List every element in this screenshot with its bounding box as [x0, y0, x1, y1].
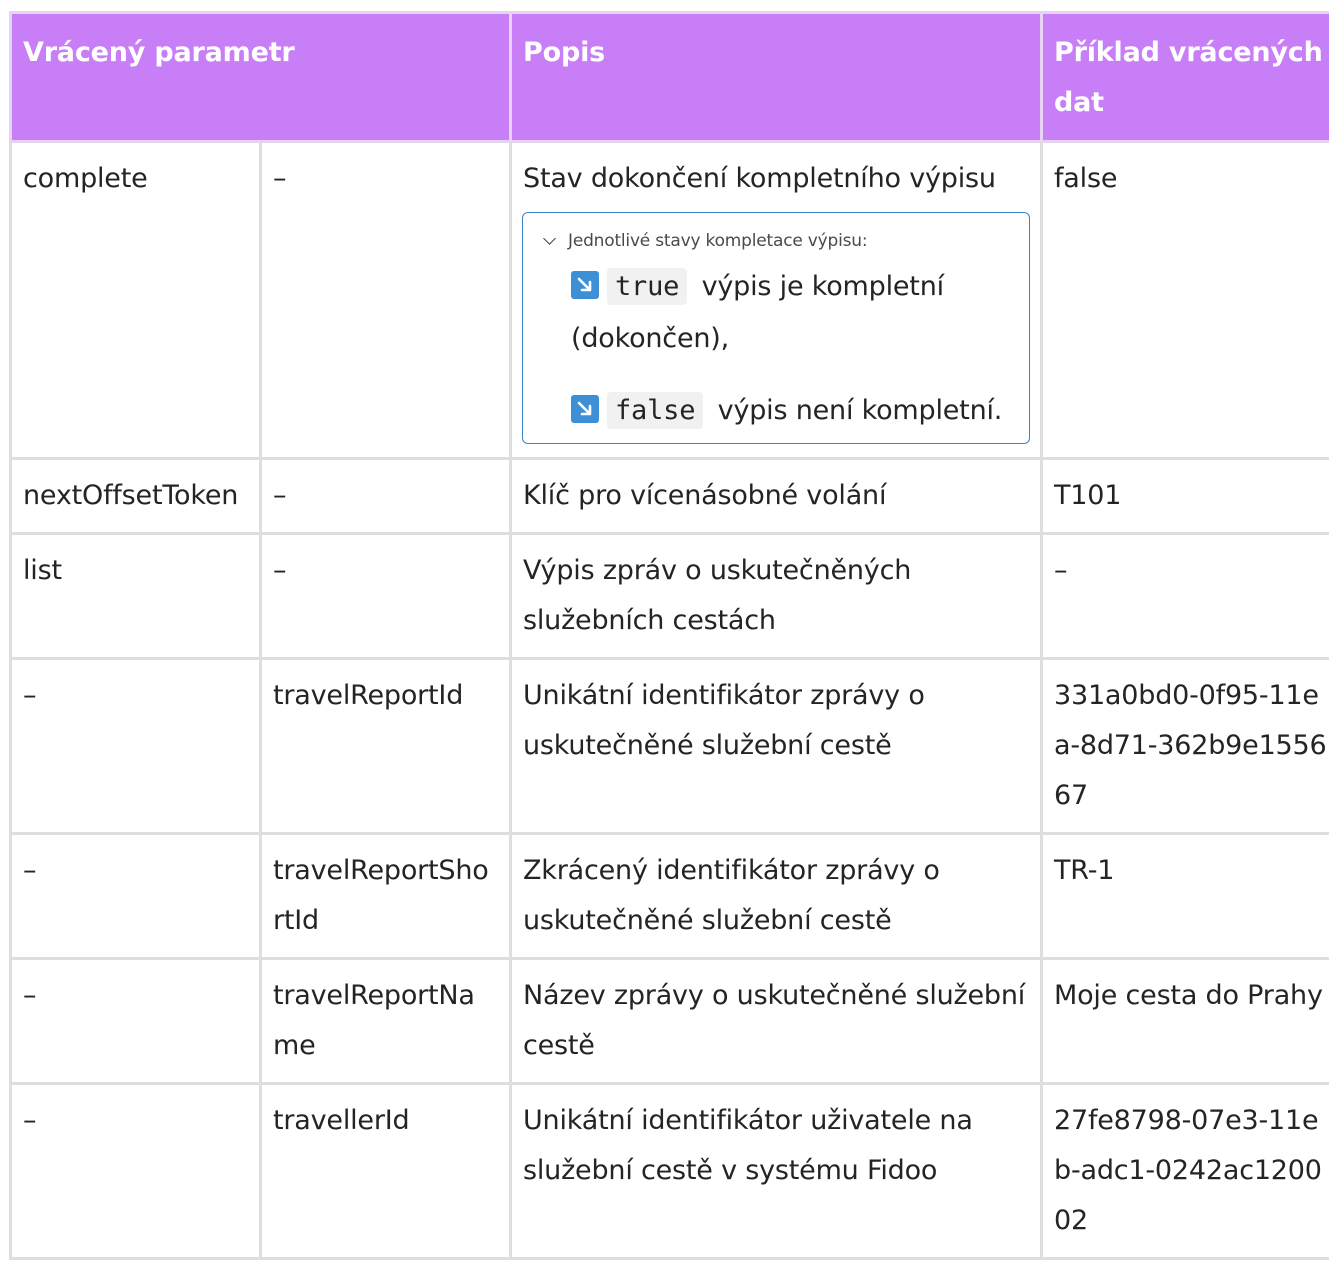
subparam-cell: travelReportId — [259, 657, 512, 835]
example-cell: 331a0bd0-0f95-11ea-8d71-362b9e155667 — [1040, 657, 1329, 835]
expander-title: Jednotlivé stavy kompletace výpisu: — [568, 231, 868, 251]
state-code: false — [607, 392, 704, 429]
table-row: list – Výpis zpráv o uskutečněných služe… — [9, 532, 1329, 660]
parameters-table: Vrácený parametr Popis Příklad vrácených… — [9, 11, 1329, 1260]
param-cell: – — [9, 657, 262, 835]
subparam-cell: – — [259, 457, 512, 535]
table-header-row: Vrácený parametr Popis Příklad vrácených… — [9, 11, 1329, 143]
example-cell: TR-1 — [1040, 832, 1329, 960]
param-cell: – — [9, 1082, 262, 1260]
state-item: false výpis není kompletní. — [571, 385, 1013, 437]
expander-toggle[interactable]: Jednotlivé stavy kompletace výpisu: — [541, 221, 1013, 261]
param-cell: nextOffsetToken — [9, 457, 262, 535]
description-cell: Výpis zpráv o uskutečněných služebních c… — [509, 532, 1043, 660]
header-example: Příklad vrácených dat — [1040, 11, 1329, 143]
example-cell: Moje cesta do Prahy — [1040, 957, 1329, 1085]
param-cell: – — [9, 832, 262, 960]
description-cell: Zkrácený identifikátor zprávy o uskutečn… — [509, 832, 1043, 960]
table-row: – travellerId Unikátní identifikátor uži… — [9, 1082, 1329, 1260]
description-text: Stav dokončení kompletního výpisu — [523, 163, 996, 194]
description-cell: Název zprávy o uskutečněné služební cest… — [509, 957, 1043, 1085]
header-description: Popis — [509, 11, 1043, 143]
state-item: true výpis je kompletní (dokončen), — [571, 261, 1013, 365]
description-cell: Unikátní identifikátor zprávy o uskutečn… — [509, 657, 1043, 835]
example-cell: false — [1040, 140, 1329, 460]
param-cell: complete — [9, 140, 262, 460]
arrow-down-right-icon — [571, 270, 599, 299]
example-cell: 27fe8798-07e3-11eb-adc1-0242ac120002 — [1040, 1082, 1329, 1260]
state-code: true — [607, 268, 688, 305]
subparam-cell: travelReportName — [259, 957, 512, 1085]
table-row: – travelReportName Název zprávy o uskute… — [9, 957, 1329, 1085]
subparam-cell: – — [259, 532, 512, 660]
state-text: výpis není kompletní. — [717, 395, 1003, 426]
table-row: – travelReportId Unikátní identifikátor … — [9, 657, 1329, 835]
description-cell: Stav dokončení kompletního výpisu Jednot… — [509, 140, 1043, 460]
description-cell: Klíč pro vícenásobné volání — [509, 457, 1043, 535]
example-cell: T101 — [1040, 457, 1329, 535]
states-expander[interactable]: Jednotlivé stavy kompletace výpisu: true… — [522, 212, 1030, 444]
arrow-down-right-icon — [571, 394, 599, 423]
subparam-cell: travelReportShortId — [259, 832, 512, 960]
example-cell: – — [1040, 532, 1329, 660]
subparam-cell: – — [259, 140, 512, 460]
param-cell: list — [9, 532, 262, 660]
chevron-down-icon[interactable] — [543, 231, 556, 245]
description-cell: Unikátní identifikátor uživatele na služ… — [509, 1082, 1043, 1260]
table-row: complete – Stav dokončení kompletního vý… — [9, 140, 1329, 460]
header-parameter: Vrácený parametr — [9, 11, 512, 143]
table-row: – travelReportShortId Zkrácený identifik… — [9, 832, 1329, 960]
subparam-cell: travellerId — [259, 1082, 512, 1260]
table-row: nextOffsetToken – Klíč pro vícenásobné v… — [9, 457, 1329, 535]
param-cell: – — [9, 957, 262, 1085]
